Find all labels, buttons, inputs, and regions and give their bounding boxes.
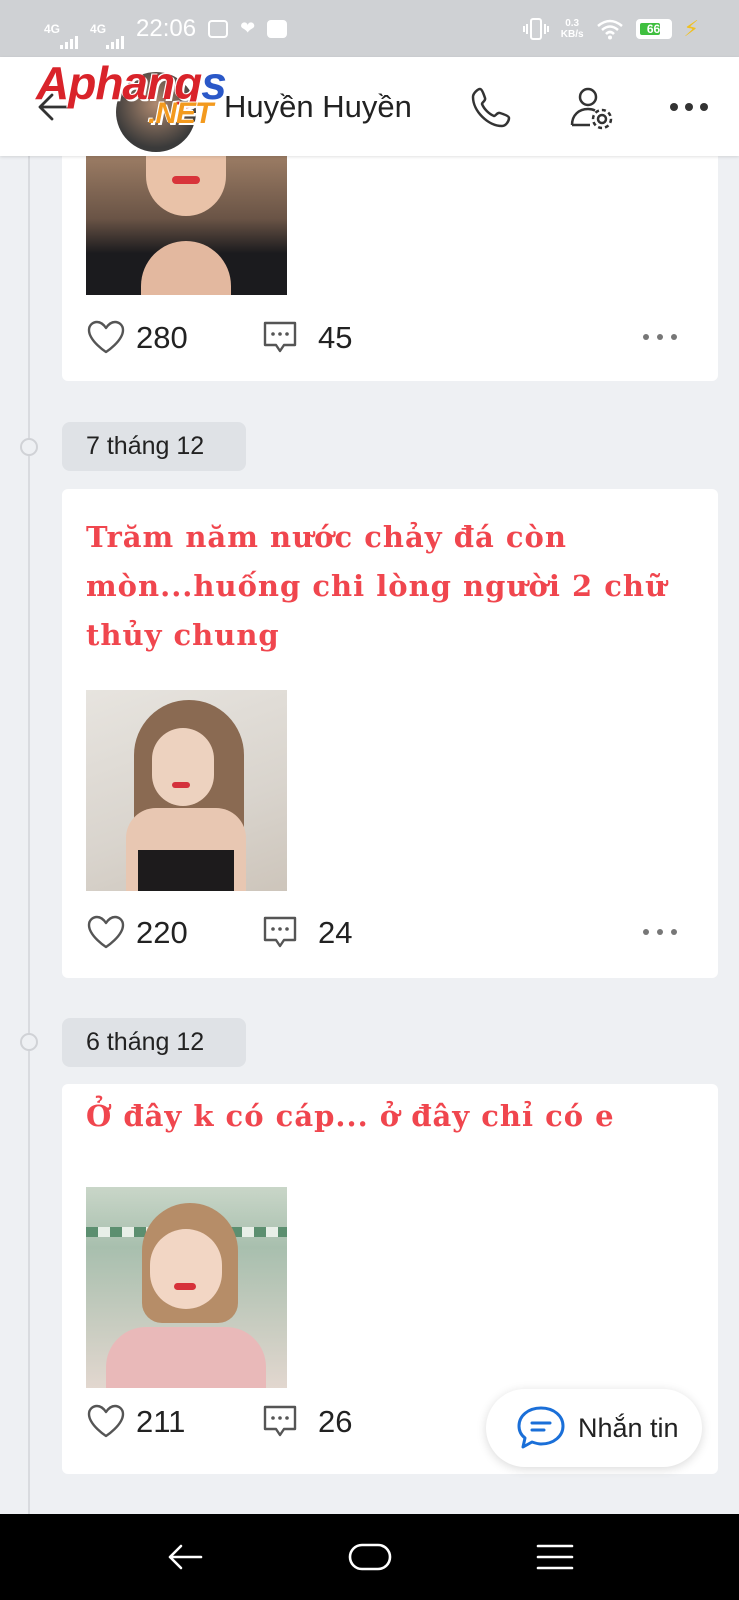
watermark-logo: Aphangs .NET xyxy=(36,57,227,129)
system-nav-bar xyxy=(0,1514,739,1600)
message-button-label: Nhắn tin xyxy=(578,1412,679,1443)
network-type-1: 4G xyxy=(44,21,61,36)
chat-bubble-icon xyxy=(517,1406,565,1449)
battery-level: 66 xyxy=(646,21,661,36)
logo-net: .NET xyxy=(148,97,213,130)
clock: 22:06 xyxy=(136,14,197,42)
date-label: 7 tháng 12 xyxy=(62,422,246,471)
post-photo[interactable] xyxy=(86,1187,287,1388)
post-more-icon[interactable] xyxy=(642,333,678,341)
more-icon[interactable] xyxy=(665,83,713,131)
post-caption: Trăm năm nước chảy đá còn mòn...huống ch… xyxy=(86,520,668,652)
battery-icon: 66 xyxy=(635,18,672,39)
signal-icon: 4G xyxy=(90,21,125,49)
comment-count: 24 xyxy=(318,915,353,950)
date-label: 6 tháng 12 xyxy=(62,1018,246,1067)
comment-icon[interactable] xyxy=(262,1403,298,1439)
charging-icon: ⚡ xyxy=(683,15,699,41)
profile-settings-icon[interactable] xyxy=(568,83,616,131)
timeline-dot xyxy=(20,438,38,456)
comment-count: 26 xyxy=(318,1404,353,1439)
nav-home-icon[interactable] xyxy=(348,1537,392,1577)
timeline-line xyxy=(28,156,30,1514)
phone-icon[interactable] xyxy=(468,83,516,131)
network-speed: 0.3 KB/s xyxy=(561,18,584,40)
heart-icon[interactable] xyxy=(86,319,126,355)
post-more-icon[interactable] xyxy=(642,928,678,936)
nav-back-icon[interactable] xyxy=(165,1537,205,1577)
wifi-icon xyxy=(596,19,623,39)
post-photo[interactable] xyxy=(86,690,287,891)
contact-name[interactable]: Huyền Huyền xyxy=(224,89,412,125)
post-actions: 220 24 xyxy=(62,914,718,954)
like-count: 211 xyxy=(136,1404,186,1439)
post-card: 280 45 xyxy=(62,156,718,381)
network-type-2: 4G xyxy=(90,21,107,36)
post-photo[interactable] xyxy=(86,156,287,295)
nav-menu-icon[interactable] xyxy=(535,1537,575,1577)
speed-unit: KB/s xyxy=(560,28,584,40)
screen-record-icon xyxy=(208,19,229,38)
vibrate-icon xyxy=(522,17,549,40)
post-caption: Ở đây k có cáp... ở đây chỉ có e xyxy=(86,1099,615,1133)
post-card: Trăm năm nước chảy đá còn mòn...huống ch… xyxy=(62,489,718,978)
like-count: 220 xyxy=(136,915,188,950)
message-button[interactable]: Nhắn tin xyxy=(486,1389,702,1467)
comment-icon[interactable] xyxy=(262,914,298,950)
heart-app-icon: ❤ xyxy=(240,18,256,38)
status-bar: 4G 4G 22:06 ❤ 0.3 KB/s 66 ⚡ xyxy=(0,0,739,57)
heart-icon[interactable] xyxy=(86,1403,126,1439)
timeline-dot xyxy=(20,1033,38,1051)
post-actions: 280 45 xyxy=(62,319,718,359)
signal-icon: 4G xyxy=(44,21,79,49)
like-count: 280 xyxy=(136,320,188,355)
chat-header: Aphangs .NET Huyền Huyền xyxy=(0,57,739,156)
message-app-icon xyxy=(267,19,288,38)
comment-count: 45 xyxy=(318,320,353,355)
comment-icon[interactable] xyxy=(262,319,298,355)
speed-value: 0.3 xyxy=(565,17,580,29)
heart-icon[interactable] xyxy=(86,914,126,950)
